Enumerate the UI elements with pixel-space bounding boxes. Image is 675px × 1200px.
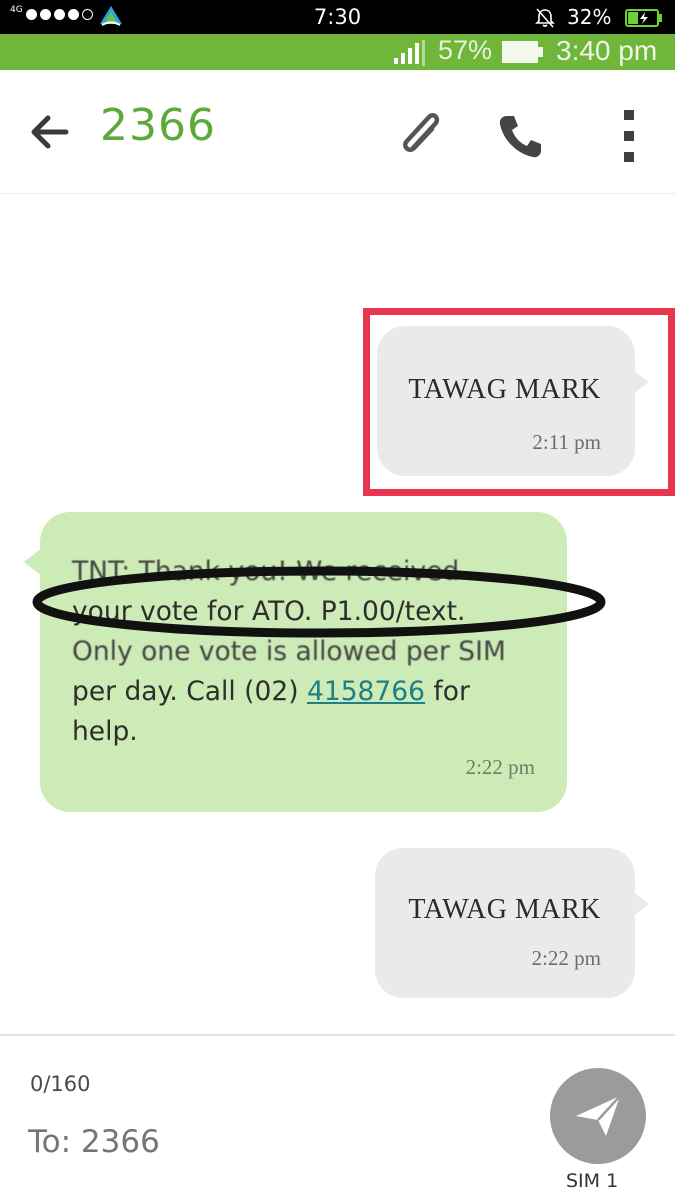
signal-bars-icon xyxy=(394,40,425,66)
message-input[interactable] xyxy=(28,1124,498,1160)
inner-status-time: 3:40 pm xyxy=(556,35,658,66)
battery-percent: 32% xyxy=(567,5,612,29)
message-bubble-incoming[interactable]: TNT: Thank you! We received your vote fo… xyxy=(24,512,567,812)
more-vert-icon[interactable] xyxy=(612,106,646,166)
status-bar: 4G 7:30 32% xyxy=(0,0,675,34)
back-arrow-icon[interactable] xyxy=(26,108,74,156)
inner-battery-percent: 57% xyxy=(438,35,493,65)
message-list: TAWAG MARK 2:11 pm TNT: Thank you! We re… xyxy=(0,194,675,1034)
message-bubble-outgoing[interactable]: TAWAG MARK 2:22 pm xyxy=(375,848,649,998)
call-icon[interactable] xyxy=(492,108,548,164)
message-time: 2:22 pm xyxy=(531,946,601,970)
message-text: TAWAG MARK xyxy=(408,894,601,925)
phone-link[interactable]: 4158766 xyxy=(307,676,425,707)
sim-label: SIM 1 xyxy=(566,1170,619,1192)
char-counter: 0/160 xyxy=(30,1072,91,1096)
highlight-ellipse xyxy=(32,566,606,638)
send-icon xyxy=(576,1095,621,1136)
bell-muted-icon xyxy=(535,8,555,28)
message-line: for xyxy=(425,676,470,707)
inner-status-bar: 57% 3:40 pm xyxy=(0,34,675,70)
battery-icon xyxy=(502,41,543,63)
highlight-box xyxy=(363,308,675,496)
conversation-title: 2366 xyxy=(100,100,216,151)
message-time: 2:22 pm xyxy=(465,755,535,779)
attach-icon[interactable] xyxy=(393,106,451,164)
battery-charging-icon xyxy=(625,9,662,27)
app-toolbar: 2366 xyxy=(0,70,675,194)
message-line: per day. Call (02) xyxy=(72,676,307,707)
send-button[interactable] xyxy=(550,1068,646,1164)
message-line: help. xyxy=(72,716,138,747)
composer: 0/160 SIM 1 xyxy=(0,1034,675,1200)
